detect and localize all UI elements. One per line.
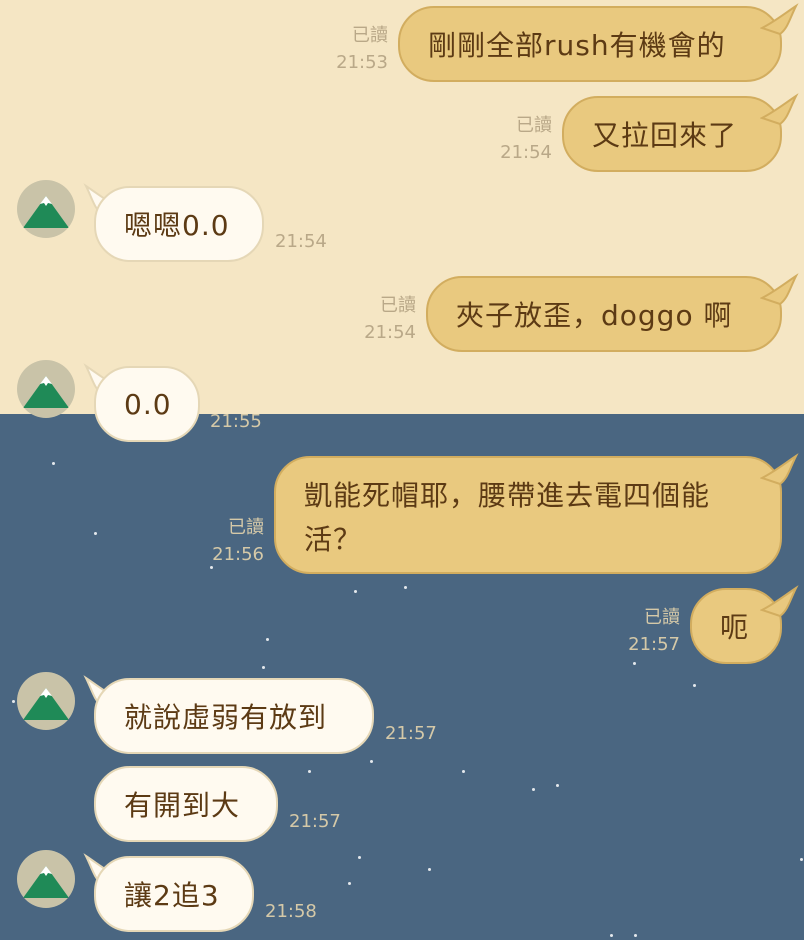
message-bubble[interactable]: 剛剛全部rush有機會的	[398, 6, 782, 82]
message-text: 夾子放歪，doggo 啊	[456, 299, 733, 332]
timestamp: 21:57	[628, 634, 680, 655]
timestamp: 21:54	[275, 231, 327, 252]
contact-avatar[interactable]	[17, 360, 75, 418]
bubble-tail	[760, 453, 799, 486]
star-decoration	[428, 868, 431, 871]
message-text: 就說虛弱有放到	[124, 701, 328, 734]
star-decoration	[348, 882, 351, 885]
timestamp: 21:58	[265, 901, 317, 922]
message-text-line: 活？	[304, 523, 363, 556]
contact-avatar[interactable]	[17, 672, 75, 730]
star-decoration	[12, 700, 15, 703]
message-text: 讓2追3	[124, 879, 220, 912]
message-text: 嗯嗯0.0	[124, 209, 230, 242]
timestamp: 21:56	[212, 544, 264, 565]
contact-avatar[interactable]	[17, 180, 75, 238]
message-bubble[interactable]: 嗯嗯0.0	[94, 186, 264, 262]
message-text: 有開到大	[124, 789, 241, 822]
message-meta: 已讀 21:53	[300, 22, 388, 76]
mountain-icon	[23, 196, 69, 228]
timestamp: 21:57	[385, 723, 437, 744]
message-text: 呃	[720, 611, 750, 644]
star-decoration	[634, 934, 637, 937]
message-bubble[interactable]: 0.0	[94, 366, 200, 442]
read-receipt: 已讀	[644, 607, 680, 628]
read-receipt: 已讀	[352, 25, 388, 46]
message-bubble[interactable]: 讓2追3	[94, 856, 254, 932]
bubble-tail	[760, 273, 799, 306]
message-bubble[interactable]: 有開到大	[94, 766, 278, 842]
message-text: 0.0	[124, 387, 172, 421]
message-meta: 已讀 21:54	[328, 292, 416, 346]
timestamp: 21:55	[210, 411, 262, 432]
message-meta: 已讀 21:54	[464, 112, 552, 166]
mountain-icon	[23, 688, 69, 720]
star-decoration	[52, 462, 55, 465]
mountain-icon	[23, 376, 69, 408]
message-bubble[interactable]: 凱能死帽耶，腰帶進去電四個能 活？	[274, 456, 782, 574]
star-decoration	[308, 770, 311, 773]
bubble-tail	[760, 93, 799, 126]
star-decoration	[532, 788, 535, 791]
star-decoration	[358, 856, 361, 859]
star-decoration	[404, 586, 407, 589]
bubble-tail	[760, 3, 799, 36]
star-decoration	[462, 770, 465, 773]
timestamp: 21:54	[500, 142, 552, 163]
message-bubble[interactable]: 夾子放歪，doggo 啊	[426, 276, 782, 352]
read-receipt: 已讀	[380, 295, 416, 316]
message-meta: 已讀 21:56	[176, 514, 264, 568]
timestamp: 21:57	[289, 811, 341, 832]
star-decoration	[633, 662, 636, 665]
timestamp: 21:53	[336, 52, 388, 73]
star-decoration	[693, 684, 696, 687]
message-text: 又拉回來了	[592, 119, 738, 152]
message-text: 剛剛全部rush有機會的	[428, 29, 726, 62]
star-decoration	[800, 858, 803, 861]
read-receipt: 已讀	[228, 517, 264, 538]
star-decoration	[354, 590, 357, 593]
timestamp: 21:54	[364, 322, 416, 343]
message-bubble[interactable]: 就說虛弱有放到	[94, 678, 374, 754]
star-decoration	[370, 760, 373, 763]
star-decoration	[262, 666, 265, 669]
star-decoration	[266, 638, 269, 641]
bubble-tail	[760, 585, 799, 618]
message-bubble[interactable]: 又拉回來了	[562, 96, 782, 172]
star-decoration	[556, 784, 559, 787]
star-decoration	[610, 934, 613, 937]
contact-avatar[interactable]	[17, 850, 75, 908]
star-decoration	[94, 532, 97, 535]
mountain-icon	[23, 866, 69, 898]
read-receipt: 已讀	[516, 115, 552, 136]
message-meta: 已讀 21:57	[592, 604, 680, 658]
message-text-line: 凱能死帽耶，腰帶進去電四個能	[304, 479, 711, 512]
